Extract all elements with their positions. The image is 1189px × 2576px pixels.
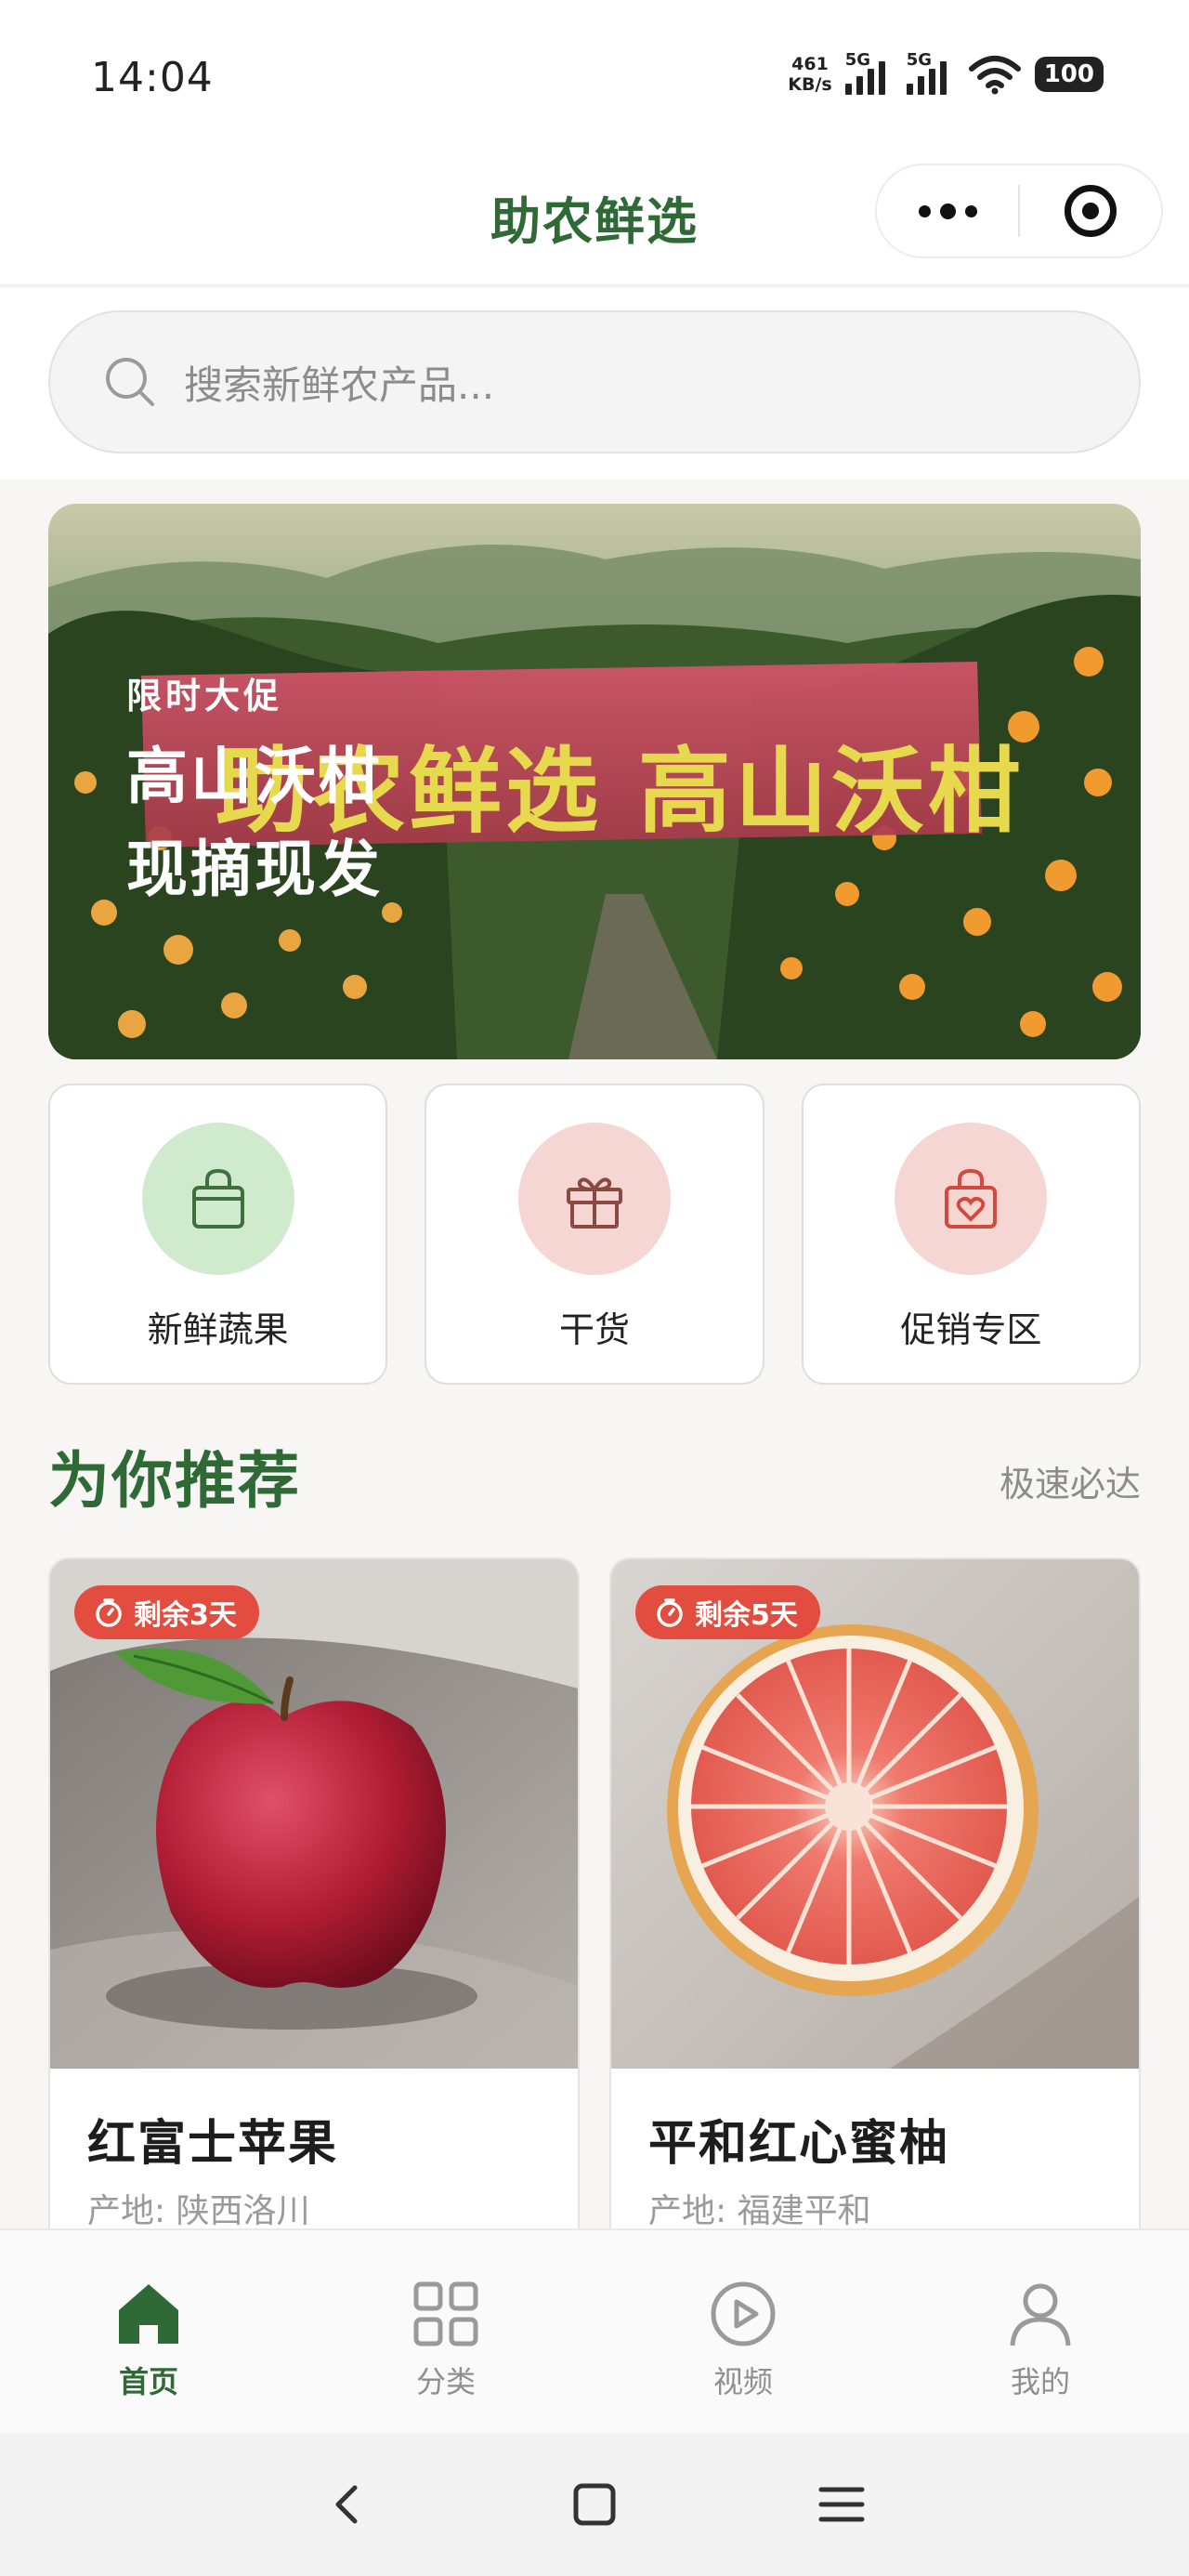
time-left-badge: 剩余3天	[74, 1585, 259, 1639]
section-title: 为你推荐	[48, 1445, 301, 1517]
product-name: 红富士苹果	[87, 2116, 339, 2172]
product-card[interactable]: 剩余5天 平和红心蜜柚 产地: 福建平和	[609, 1557, 1141, 2264]
search-icon	[106, 358, 154, 406]
signal-label: 5G	[844, 50, 871, 70]
category-fresh-produce[interactable]: 新鲜蔬果	[48, 1084, 388, 1385]
category-promotions[interactable]: 促销专区	[801, 1084, 1141, 1385]
battery-indicator: 100	[1034, 57, 1104, 92]
tab-video[interactable]: 视频	[594, 2230, 892, 2433]
category-icon-bg	[517, 1123, 671, 1275]
category-label: 新鲜蔬果	[147, 1309, 289, 1350]
product-origin: 产地: 福建平和	[648, 2192, 871, 2230]
net-speed: 461 KB/s	[788, 54, 831, 95]
title-bar: 助农鲜选	[0, 149, 1189, 286]
status-time: 14:04	[91, 54, 214, 101]
status-icons: 461 KB/s 5G 5G 100	[788, 50, 1104, 99]
category-label: 干货	[558, 1309, 630, 1350]
shopping-bag-icon	[191, 1168, 244, 1229]
banner-tag: 限时大促	[126, 676, 283, 716]
banner-headline-1: 高山沃柑	[126, 741, 383, 812]
time-left-badge: 剩余5天	[635, 1585, 820, 1639]
play-circle-icon	[711, 2281, 776, 2346]
search-area: 搜索新鲜农产品...	[0, 288, 1189, 480]
banner-headline-2: 现摘现发	[126, 834, 383, 905]
tab-label: 我的	[1010, 2364, 1070, 2399]
search-input[interactable]: 搜索新鲜农产品...	[48, 310, 1141, 453]
net-speed-value: 461	[791, 54, 829, 74]
wifi-icon	[968, 56, 1021, 95]
system-nav-bar	[0, 2433, 1189, 2576]
user-icon	[1010, 2283, 1071, 2346]
category-dry-goods[interactable]: 干货	[425, 1084, 764, 1385]
net-speed-unit: KB/s	[788, 74, 832, 95]
timer-icon	[96, 1598, 122, 1627]
tab-label: 首页	[118, 2364, 178, 2399]
bottom-tab-bar: 首页 分类 视频 我的	[0, 2228, 1189, 2433]
grid-icon	[413, 2281, 478, 2346]
status-bar: 14:04 461 KB/s 5G 5G 100	[0, 0, 1189, 149]
home-icon	[119, 2284, 178, 2344]
category-grid: 新鲜蔬果 干货 促销专区	[48, 1084, 1141, 1385]
product-origin: 产地: 陕西洛川	[87, 2192, 310, 2230]
more-dots-icon[interactable]	[877, 165, 1018, 256]
section-more-link[interactable]: 极速必达	[1000, 1455, 1141, 1506]
product-name: 平和红心蜜柚	[648, 2116, 950, 2172]
tab-label: 分类	[415, 2364, 476, 2399]
mini-program-capsule	[875, 164, 1163, 258]
gift-icon	[566, 1177, 622, 1229]
category-icon-bg	[895, 1123, 1048, 1275]
heart-bag-icon	[945, 1168, 998, 1229]
tab-category[interactable]: 分类	[297, 2230, 594, 2433]
timer-icon	[657, 1598, 683, 1627]
home-square-icon[interactable]	[568, 2478, 621, 2530]
signal-label-2: 5G	[906, 50, 933, 70]
badge-text: 剩余5天	[695, 1599, 798, 1632]
search-placeholder: 搜索新鲜农产品...	[184, 361, 495, 408]
category-icon-bg	[141, 1123, 294, 1275]
tab-label: 视频	[712, 2364, 773, 2399]
product-card[interactable]: 剩余3天 红富士苹果 产地: 陕西洛川	[48, 1557, 580, 2264]
category-label: 促销专区	[900, 1309, 1042, 1350]
signal-icon: 5G	[844, 50, 894, 95]
menu-icon[interactable]	[816, 2478, 868, 2530]
back-icon[interactable]	[321, 2478, 373, 2530]
tab-home[interactable]: 首页	[0, 2230, 297, 2433]
target-icon[interactable]	[1020, 165, 1161, 256]
promo-banner[interactable]: 助农鲜选 高山沃柑 限时大促 高山沃柑 现摘现发	[48, 504, 1141, 1059]
tab-profile[interactable]: 我的	[892, 2230, 1189, 2433]
signal-icon-2: 5G	[906, 50, 955, 95]
badge-text: 剩余3天	[134, 1599, 237, 1632]
